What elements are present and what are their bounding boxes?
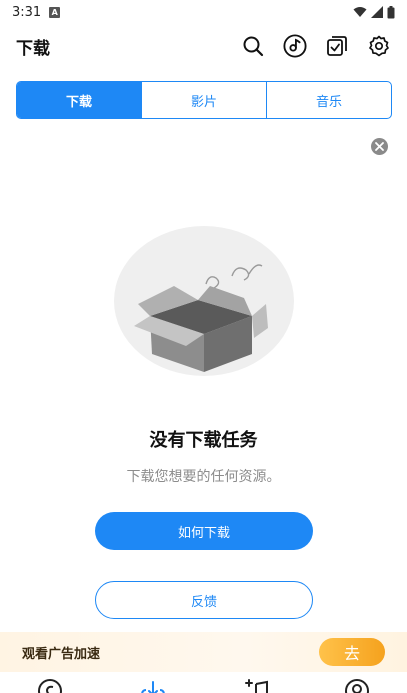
open-box-icon (134, 264, 268, 372)
empty-state-title: 没有下载任务 (149, 430, 258, 451)
empty-box-illustration (114, 226, 294, 376)
empty-state-subtitle: 下载您想要的任何资源。 (126, 469, 281, 485)
app-header: 下载 (0, 28, 407, 64)
close-button[interactable] (371, 138, 388, 155)
status-time: 3:31 (12, 4, 42, 20)
profile-nav-icon (345, 679, 369, 693)
nav-download[interactable] (138, 678, 168, 693)
close-icon (375, 142, 384, 151)
nav-playlist[interactable] (242, 678, 272, 693)
checklist-icon[interactable] (325, 34, 349, 58)
download-tabs: 下载 影片 音乐 (16, 81, 392, 119)
music-disc-icon[interactable] (283, 34, 307, 58)
nav-home[interactable] (35, 678, 65, 693)
ad-go-button[interactable]: 去 (319, 638, 385, 666)
ad-banner-text: 观看广告加速 (22, 646, 101, 662)
ad-speedup-banner: 观看广告加速 去 (0, 632, 407, 672)
add-music-nav-icon (245, 679, 268, 693)
search-icon[interactable] (241, 34, 265, 58)
tab-music[interactable]: 音乐 (266, 82, 391, 118)
nav-profile[interactable] (342, 678, 372, 693)
page-title: 下载 (16, 38, 50, 59)
home-nav-icon (38, 679, 62, 693)
tab-download[interactable]: 下载 (17, 82, 141, 118)
header-actions (241, 34, 391, 58)
feedback-button[interactable]: 反馈 (95, 581, 313, 619)
battery-icon (387, 5, 395, 18)
status-indicators (353, 5, 395, 19)
cellular-signal-icon (371, 6, 383, 18)
status-bar: 3:31 A (0, 0, 407, 24)
how-to-download-button[interactable]: 如何下载 (95, 512, 313, 550)
settings-icon[interactable] (367, 34, 391, 58)
download-nav-icon (141, 681, 165, 693)
app-notification-icon: A (49, 6, 61, 18)
wifi-icon (353, 7, 367, 17)
bottom-navigation (0, 672, 407, 693)
tab-movies[interactable]: 影片 (141, 82, 266, 118)
